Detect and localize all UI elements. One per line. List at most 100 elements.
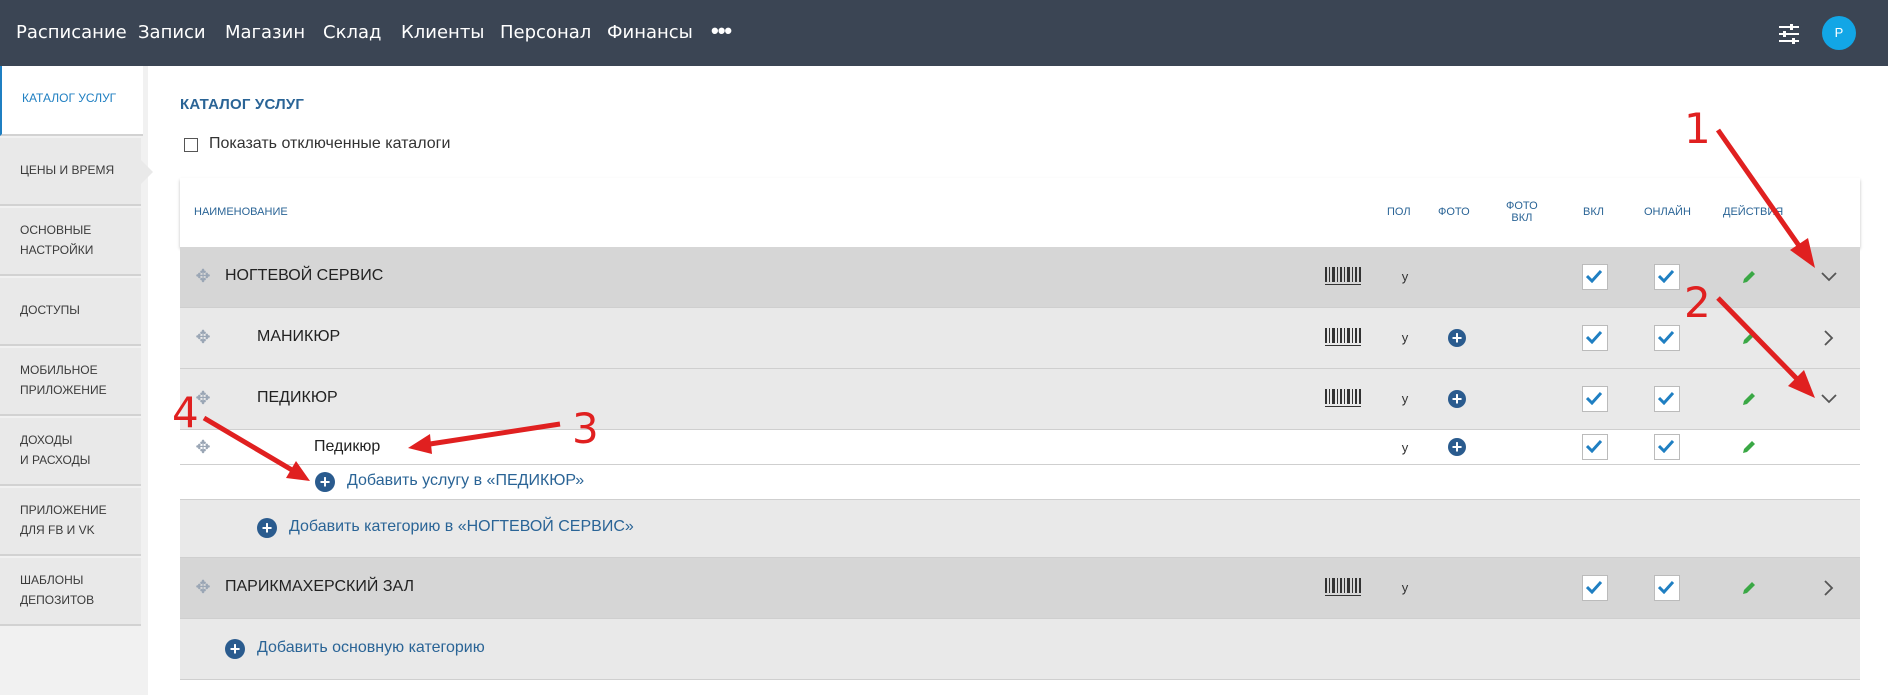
sidebar-item-label: ОСНОВНЫЕ НАСТРОЙКИ bbox=[20, 223, 94, 257]
drag-handle-icon[interactable]: ✥ bbox=[194, 328, 212, 346]
sidebar-item-label: ЦЕНЫ И ВРЕМЯ bbox=[20, 163, 115, 177]
checkmark-icon bbox=[1586, 330, 1602, 344]
row-sex: у bbox=[1401, 580, 1409, 595]
row-sex: у bbox=[1401, 330, 1409, 345]
sidebar-item-catalog[interactable]: КАТАЛОГ УСЛУГ bbox=[0, 66, 143, 136]
sidebar-item-label: ДОХОДЫ И РАСХОДЫ bbox=[20, 433, 91, 467]
drag-handle-icon[interactable]: ✥ bbox=[194, 438, 212, 456]
edit-pencil-icon[interactable] bbox=[1741, 439, 1757, 455]
online-checkbox[interactable] bbox=[1654, 386, 1680, 412]
more-menu-icon[interactable]: ••• bbox=[711, 20, 732, 42]
enabled-checkbox[interactable] bbox=[1582, 325, 1608, 351]
online-checkbox[interactable] bbox=[1654, 325, 1680, 351]
add-service-label: Добавить услугу в «ПЕДИКЮР» bbox=[347, 472, 585, 489]
annotation-label-2: 2 bbox=[1684, 278, 1711, 327]
checkbox-label: Показать отключенные каталоги bbox=[209, 135, 451, 152]
table-row[interactable]: ✥ Педикюр у + bbox=[180, 430, 1860, 465]
row-name: МАНИКЮР bbox=[257, 328, 341, 345]
barcode-icon[interactable] bbox=[1325, 389, 1361, 409]
add-category-row: + Добавить категорию в «НОГТЕВОЙ СЕРВИС» bbox=[180, 500, 1860, 558]
services-catalog-table: НАИМЕНОВАНИЕ ПОЛ ФОТО ФОТО ВКЛ ВКЛ ОНЛАЙ… bbox=[180, 178, 1860, 695]
active-item-pointer bbox=[141, 160, 153, 184]
online-checkbox[interactable] bbox=[1654, 264, 1680, 290]
barcode-icon[interactable] bbox=[1325, 578, 1361, 598]
row-name: Педикюр bbox=[314, 438, 381, 455]
sidebar-item-label: ДОСТУПЫ bbox=[20, 303, 80, 317]
nav-clients[interactable]: Клиенты bbox=[401, 22, 485, 43]
annotation-label-4: 4 bbox=[172, 388, 199, 437]
enabled-checkbox[interactable] bbox=[1582, 434, 1608, 460]
checkmark-icon bbox=[1586, 269, 1602, 283]
table-header: НАИМЕНОВАНИЕ ПОЛ ФОТО ФОТО ВКЛ ВКЛ ОНЛАЙ… bbox=[180, 178, 1860, 247]
sidebar: КАТАЛОГ УСЛУГ ЦЕНЫ И ВРЕМЯ ОСНОВНЫЕ НАСТ… bbox=[0, 66, 153, 695]
nav-finance[interactable]: Финансы bbox=[607, 22, 693, 43]
nav-staff[interactable]: Персонал bbox=[500, 22, 591, 43]
sidebar-item-label: МОБИЛЬНОЕ ПРИЛОЖЕНИЕ bbox=[20, 363, 107, 397]
sidebar-item-income-expenses[interactable]: ДОХОДЫ И РАСХОДЫ bbox=[0, 418, 141, 486]
annotation-label-1: 1 bbox=[1684, 104, 1711, 153]
row-name: ПАРИКМАХЕРСКИЙ ЗАЛ bbox=[225, 578, 415, 595]
chevron-right-icon[interactable] bbox=[1820, 329, 1838, 347]
top-navigation-bar: Расписание Записи Магазин Склад Клиенты … bbox=[0, 0, 1888, 66]
enabled-checkbox[interactable] bbox=[1582, 264, 1608, 290]
chevron-down-icon[interactable] bbox=[1820, 390, 1838, 408]
checkmark-icon bbox=[1586, 391, 1602, 405]
sidebar-item-deposit-templates[interactable]: ШАБЛОНЫ ДЕПОЗИТОВ bbox=[0, 558, 141, 626]
table-row[interactable]: ✥ НОГТЕВОЙ СЕРВИС у bbox=[180, 247, 1860, 308]
checkmark-icon bbox=[1586, 439, 1602, 453]
barcode-icon[interactable] bbox=[1325, 328, 1361, 348]
add-photo-icon[interactable]: + bbox=[1448, 438, 1466, 456]
sidebar-item-label: КАТАЛОГ УСЛУГ bbox=[22, 91, 117, 105]
enabled-checkbox[interactable] bbox=[1582, 386, 1608, 412]
row-sex: у bbox=[1401, 440, 1409, 455]
add-photo-icon[interactable]: + bbox=[1448, 329, 1466, 347]
table-row[interactable]: ✥ МАНИКЮР у + bbox=[180, 308, 1860, 369]
edit-pencil-icon[interactable] bbox=[1741, 269, 1757, 285]
table-row[interactable]: ✥ ПАРИКМАХЕРСКИЙ ЗАЛ у bbox=[180, 558, 1860, 619]
sidebar-item-mobile-app[interactable]: МОБИЛЬНОЕ ПРИЛОЖЕНИЕ bbox=[0, 348, 141, 416]
nav-records[interactable]: Записи bbox=[138, 22, 206, 43]
add-main-category-label: Добавить основную категорию bbox=[257, 639, 485, 656]
edit-pencil-icon[interactable] bbox=[1741, 391, 1757, 407]
checkmark-icon bbox=[1658, 580, 1674, 594]
table-row[interactable]: ✥ ПЕДИКЮР у + bbox=[180, 369, 1860, 430]
nav-warehouse[interactable]: Склад bbox=[323, 22, 381, 43]
sidebar-item-access[interactable]: ДОСТУПЫ bbox=[0, 278, 141, 346]
drag-handle-icon[interactable]: ✥ bbox=[194, 578, 212, 596]
checkmark-icon bbox=[1586, 580, 1602, 594]
sidebar-item-fb-vk-app[interactable]: ПРИЛОЖЕНИЕ ДЛЯ FB И VK bbox=[0, 488, 141, 556]
plus-circle-icon: + bbox=[225, 639, 245, 659]
plus-circle-icon: + bbox=[315, 472, 335, 492]
add-category-link[interactable]: + Добавить категорию в «НОГТЕВОЙ СЕРВИС» bbox=[257, 518, 657, 538]
column-header-actions: ДЕЙСТВИЯ bbox=[1723, 206, 1784, 218]
avatar[interactable]: P bbox=[1822, 16, 1856, 50]
online-checkbox[interactable] bbox=[1654, 434, 1680, 460]
column-header-name: НАИМЕНОВАНИЕ bbox=[194, 206, 288, 218]
page-title: КАТАЛОГ УСЛУГ bbox=[180, 96, 305, 113]
nav-schedule[interactable]: Расписание bbox=[16, 22, 127, 43]
checkmark-icon bbox=[1658, 269, 1674, 283]
nav-shop[interactable]: Магазин bbox=[225, 22, 305, 43]
checkbox-box[interactable] bbox=[184, 138, 198, 152]
enabled-checkbox[interactable] bbox=[1582, 575, 1608, 601]
edit-pencil-icon[interactable] bbox=[1741, 580, 1757, 596]
edit-pencil-icon[interactable] bbox=[1741, 330, 1757, 346]
sliders-icon[interactable] bbox=[1777, 23, 1801, 45]
online-checkbox[interactable] bbox=[1654, 575, 1680, 601]
row-name: ПЕДИКЮР bbox=[257, 389, 338, 406]
row-sex: у bbox=[1401, 269, 1409, 284]
column-header-photo: ФОТО bbox=[1438, 206, 1470, 218]
add-service-link[interactable]: + Добавить услугу в «ПЕДИКЮР» bbox=[315, 472, 635, 492]
sidebar-item-main-settings[interactable]: ОСНОВНЫЕ НАСТРОЙКИ bbox=[0, 208, 141, 276]
add-photo-icon[interactable]: + bbox=[1448, 390, 1466, 408]
sidebar-item-prices[interactable]: ЦЕНЫ И ВРЕМЯ bbox=[0, 138, 141, 206]
row-sex: у bbox=[1401, 391, 1409, 406]
add-main-category-row: + Добавить основную категорию bbox=[180, 619, 1860, 680]
barcode-icon[interactable] bbox=[1325, 267, 1361, 287]
chevron-right-icon[interactable] bbox=[1820, 579, 1838, 597]
drag-handle-icon[interactable]: ✥ bbox=[194, 267, 212, 285]
plus-circle-icon: + bbox=[257, 518, 277, 538]
chevron-down-icon[interactable] bbox=[1820, 268, 1838, 286]
column-header-online: ОНЛАЙН bbox=[1644, 206, 1691, 218]
add-main-category-link[interactable]: + Добавить основную категорию bbox=[225, 639, 525, 659]
